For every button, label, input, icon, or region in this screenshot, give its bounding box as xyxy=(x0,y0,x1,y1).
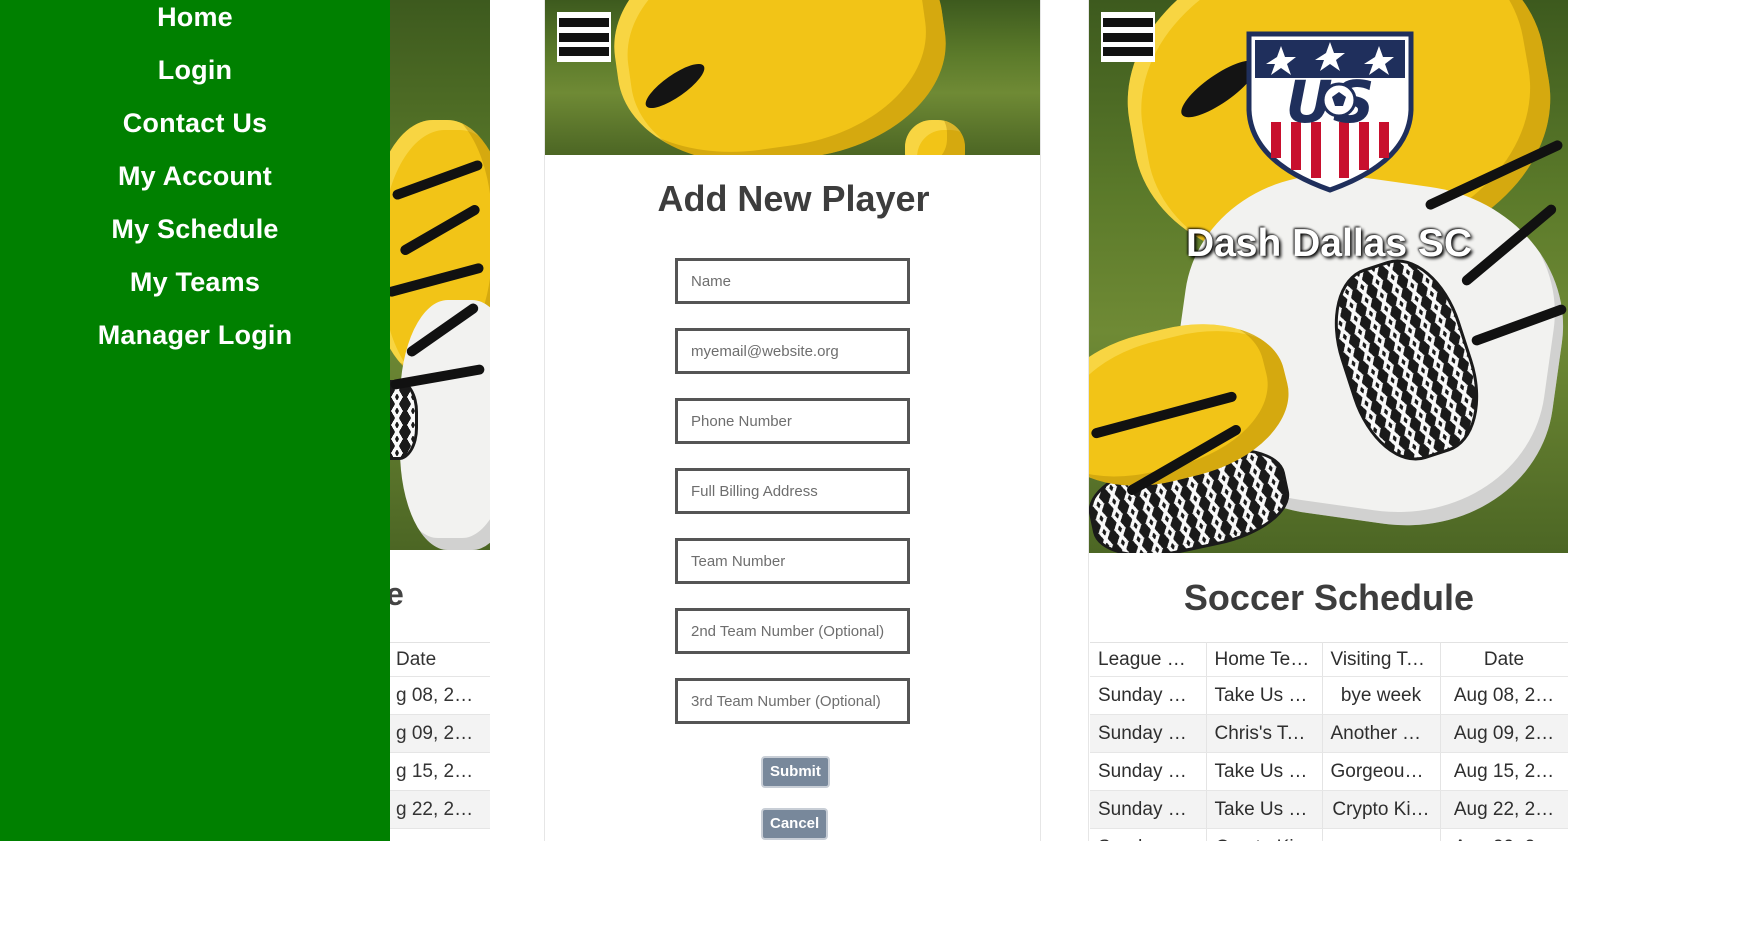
table-cell: Another T… xyxy=(1322,714,1441,753)
second-team-number-field[interactable] xyxy=(675,608,910,654)
billing-address-field[interactable] xyxy=(675,468,910,514)
table-cell: bye week xyxy=(1322,676,1441,715)
table-cell: Sunday C… xyxy=(1090,752,1207,791)
us-soccer-crest-icon: US xyxy=(1246,31,1414,193)
nav-item-my-teams[interactable]: My Teams xyxy=(0,267,390,320)
table-row[interactable]: Sunday C… Take Us S… bye week Aug 08, 2… xyxy=(1090,676,1568,715)
nav-link-my-account[interactable]: My Account xyxy=(118,161,272,191)
menu-icon[interactable] xyxy=(1101,12,1155,62)
table-row[interactable]: Sunday C… Take Us S… Crypto Ki… Aug 22, … xyxy=(1090,790,1568,829)
table-row: g 08, 2… xyxy=(390,676,490,715)
table-row: g 09, 2… xyxy=(390,714,490,753)
table-cell: Aug 29, 2… xyxy=(1440,828,1568,841)
table-cell: g 15, 2… xyxy=(390,752,490,791)
schedule-table-fragment: Date g 08, 2… g 09, 2… g 15, 2… g 22, 2… xyxy=(390,642,490,829)
table-cell: … xyxy=(1322,828,1441,841)
submit-button[interactable]: Submit xyxy=(761,756,830,788)
column-header-visiting-team[interactable]: Visiting Te… xyxy=(1322,642,1441,677)
phone-field[interactable] xyxy=(675,398,910,444)
page-title: Add New Player xyxy=(657,178,930,219)
nav-item-login[interactable]: Login xyxy=(0,55,390,108)
nav-link-contact-us[interactable]: Contact Us xyxy=(123,108,268,138)
table-cell: Sunday C… xyxy=(1090,828,1207,841)
table-cell: Aug 08, 2… xyxy=(1440,676,1568,715)
table-cell: Aug 09, 2… xyxy=(1440,714,1568,753)
table-row: g 15, 2… xyxy=(390,752,490,791)
table-cell: Crypto Ki… xyxy=(1322,790,1441,829)
hero-image xyxy=(390,0,490,550)
table-cell: Sunday C… xyxy=(1090,676,1207,715)
table-header-row: League N… Home Team Visiting Te… Date xyxy=(1090,642,1568,677)
nav-link-my-teams[interactable]: My Teams xyxy=(130,267,260,297)
table-cell: g 08, 2… xyxy=(390,676,490,715)
cancel-button[interactable]: Cancel xyxy=(761,808,829,840)
schedule-screen: US Dash Dallas SC Soccer Schedule League… xyxy=(1088,0,1568,841)
third-team-number-field[interactable] xyxy=(675,678,910,724)
column-header-home-team[interactable]: Home Team xyxy=(1206,642,1323,677)
nav-link-manager-login[interactable]: Manager Login xyxy=(98,320,293,350)
mobile-nav-screen: e Date g 08, 2… g 09, 2… g 15, 2… g 22, … xyxy=(0,0,490,841)
menu-icon[interactable] xyxy=(557,12,611,62)
nav-drawer: Home Login Contact Us My Account My Sche… xyxy=(0,0,390,841)
team-number-field[interactable] xyxy=(675,538,910,584)
table-row: g 22, 2… xyxy=(390,790,490,829)
table-row[interactable]: Sunday C… Take Us S… Gorgeous… Aug 15, 2… xyxy=(1090,752,1568,791)
nav-item-my-account[interactable]: My Account xyxy=(0,161,390,214)
add-player-screen: Add New Player Submit Cancel xyxy=(544,0,1041,841)
hero-image xyxy=(545,0,1040,155)
table-row[interactable]: Sunday C… Crypto Ki… … Aug 29, 2… xyxy=(1090,828,1568,841)
table-cell: Crypto Ki… xyxy=(1206,828,1323,841)
column-header-date[interactable]: Date xyxy=(1440,642,1568,677)
name-field[interactable] xyxy=(675,258,910,304)
nav-link-home[interactable]: Home xyxy=(157,2,233,32)
nav-link-login[interactable]: Login xyxy=(158,55,232,85)
table-cell: Take Us S… xyxy=(1206,790,1323,829)
schedule-table: League N… Home Team Visiting Te… Date Su… xyxy=(1090,642,1568,841)
table-cell: Take Us S… xyxy=(1206,676,1323,715)
table-cell: g 09, 2… xyxy=(390,714,490,753)
nav-link-my-schedule[interactable]: My Schedule xyxy=(111,214,278,244)
table-cell: Sunday C… xyxy=(1090,790,1207,829)
page-title: Soccer Schedule xyxy=(1183,577,1475,618)
nav-item-my-schedule[interactable]: My Schedule xyxy=(0,214,390,267)
nav-item-home[interactable]: Home xyxy=(0,2,390,55)
email-field[interactable] xyxy=(675,328,910,374)
table-cell: Aug 15, 2… xyxy=(1440,752,1568,791)
table-cell: Aug 22, 2… xyxy=(1440,790,1568,829)
table-cell: Sunday M… xyxy=(1090,714,1207,753)
column-header-league[interactable]: League N… xyxy=(1090,642,1207,677)
nav-item-contact-us[interactable]: Contact Us xyxy=(0,108,390,161)
nav-list: Home Login Contact Us My Account My Sche… xyxy=(0,0,390,373)
table-cell: Chris's Te… xyxy=(1206,714,1323,753)
table-row[interactable]: Sunday M… Chris's Te… Another T… Aug 09,… xyxy=(1090,714,1568,753)
club-name: Dash Dallas SC xyxy=(1185,222,1473,265)
table-cell: g 22, 2… xyxy=(390,790,490,829)
table-cell: Gorgeous… xyxy=(1322,752,1441,791)
nav-item-manager-login[interactable]: Manager Login xyxy=(0,320,390,373)
column-header-date: Date xyxy=(390,642,490,677)
table-cell: Take Us S… xyxy=(1206,752,1323,791)
